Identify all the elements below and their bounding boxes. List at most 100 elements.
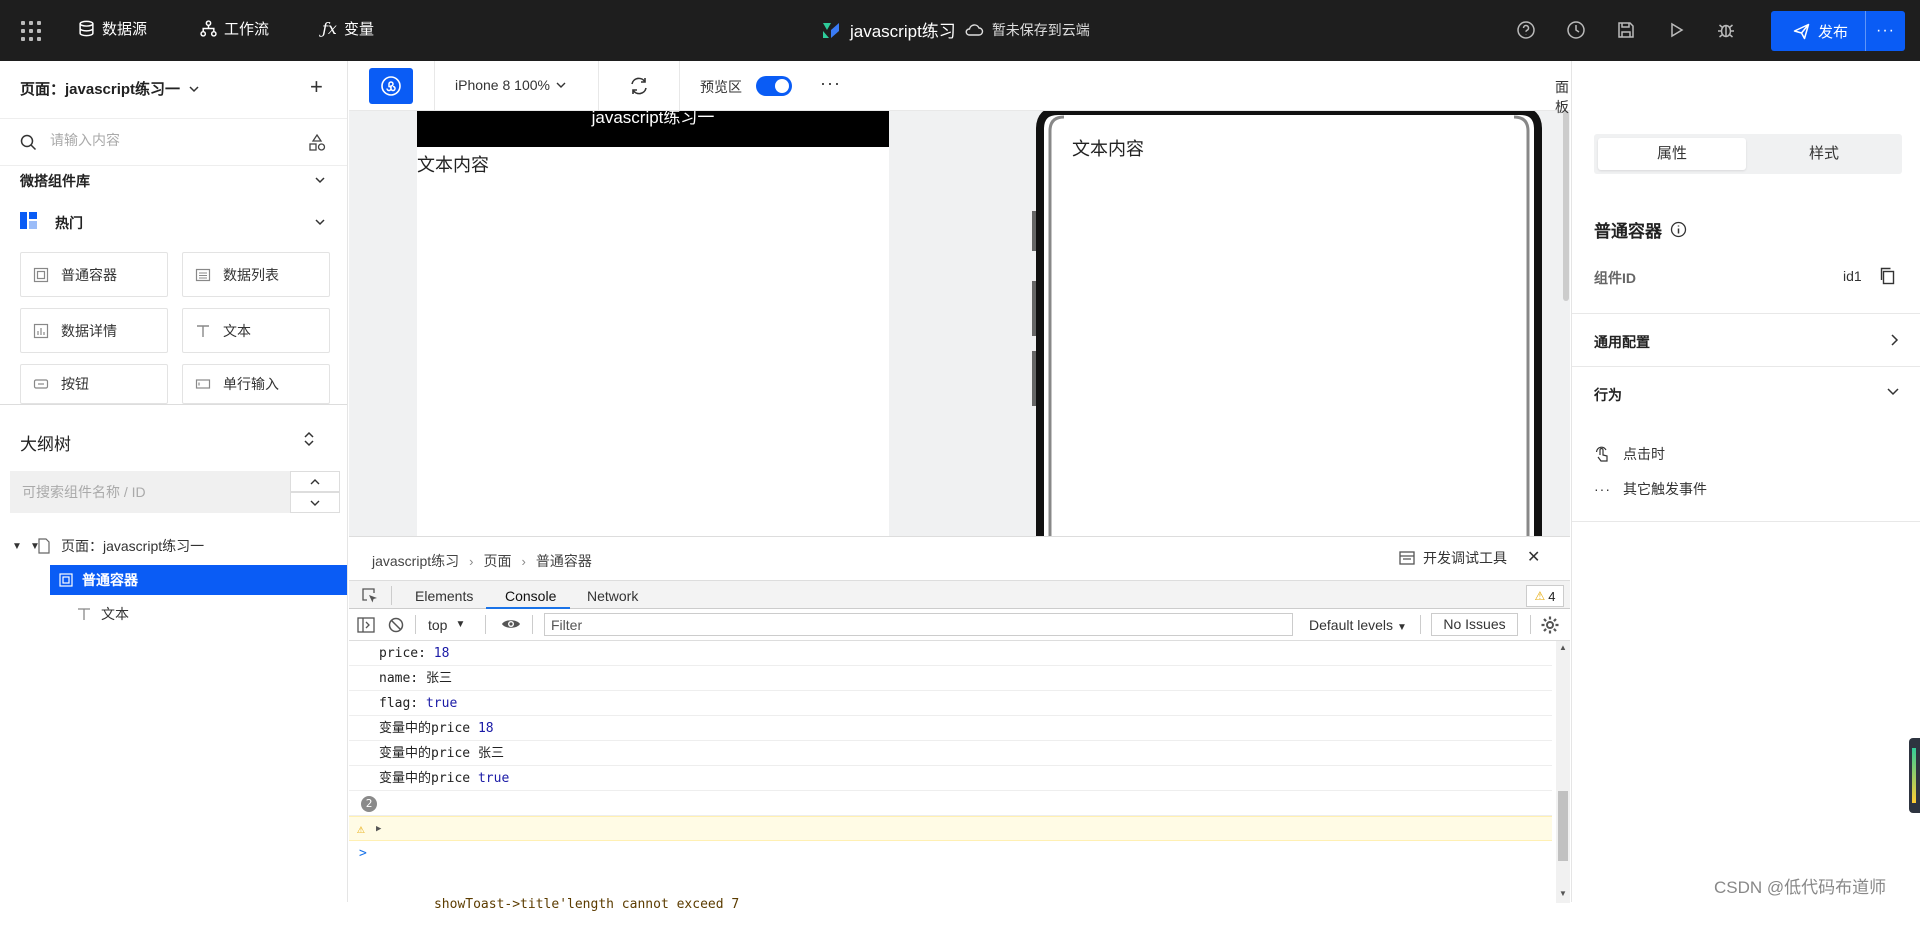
debug-icon[interactable]	[1716, 20, 1736, 40]
left-panel: 页面：javascript练习一 + 微搭组件库 热门 普通容器 数据列表 数据…	[0, 61, 348, 902]
device-label: iPhone 8 100%	[455, 77, 550, 93]
console-message[interactable]: 变量中的price 张三	[349, 741, 1552, 766]
text-component-preview: 文本内容	[1072, 139, 1144, 159]
console-scrollbar[interactable]: ▲ ▼	[1556, 641, 1570, 903]
preview-toggle[interactable]	[756, 76, 792, 96]
panel-toggle[interactable]: 面板	[1555, 77, 1570, 117]
console-message[interactable]: 2total: 0	[349, 791, 1552, 836]
log-levels-dropdown[interactable]: Default levels ▼	[1309, 617, 1407, 633]
warning-icon: ⚠	[357, 822, 365, 837]
close-icon[interactable]: ✕	[1527, 547, 1540, 567]
console-message[interactable]: 变量中的price true	[349, 766, 1552, 791]
collapse-expand-icon[interactable]	[302, 430, 316, 448]
workflow-icon	[200, 20, 217, 37]
divider	[1420, 615, 1421, 634]
text-component[interactable]: 文本内容	[417, 151, 489, 177]
breadcrumb-item[interactable]: javascript练习	[372, 551, 459, 571]
component-container[interactable]: 普通容器	[20, 252, 168, 297]
save-icon[interactable]	[1616, 20, 1636, 40]
section-general-config[interactable]: 通用配置	[1572, 313, 1920, 366]
page-selector-label: 页面：javascript练习一	[20, 81, 181, 98]
issues-button[interactable]: No Issues	[1431, 613, 1518, 636]
expand-triangle-icon[interactable]: ▶	[376, 817, 381, 842]
sidebar-toggle-icon[interactable]	[357, 616, 375, 634]
console-message[interactable]: 变量中的price 18	[349, 716, 1552, 741]
more-button[interactable]: ···	[820, 73, 841, 94]
message-key: 变量中的price	[379, 771, 478, 786]
caret-down-icon[interactable]: ▼	[30, 541, 40, 552]
canvas-scrollbar[interactable]	[1563, 111, 1569, 301]
component-data-list[interactable]: 数据列表	[182, 252, 330, 297]
button-icon	[33, 379, 49, 389]
caret-down-icon[interactable]: ▼	[12, 541, 22, 552]
next-match-button[interactable]	[290, 492, 340, 513]
component-button[interactable]: 按钮	[20, 364, 168, 404]
help-icon[interactable]	[1516, 20, 1536, 40]
component-single-input[interactable]: 单行输入	[182, 364, 330, 404]
search-input[interactable]	[50, 132, 290, 148]
nav-label: 数据源	[102, 21, 148, 38]
scroll-down-icon[interactable]: ▼	[1559, 889, 1567, 898]
run-icon[interactable]	[1666, 20, 1686, 40]
divider	[598, 61, 599, 111]
nav-variables[interactable]: ƒx 变量	[322, 18, 374, 39]
warning-count-badge[interactable]: ⚠ 4	[1526, 585, 1564, 607]
tree-item-text[interactable]: 文本	[0, 599, 347, 629]
console-prompt[interactable]: >	[349, 841, 1552, 866]
copy-icon[interactable]	[1879, 267, 1896, 285]
phone-preview-editor[interactable]: javascript练习一 文本内容	[417, 109, 889, 536]
canvas-toolbar: iPhone 8 100% 预览区 ··· 面板	[349, 61, 1570, 115]
info-icon[interactable]	[1670, 221, 1687, 238]
gear-icon[interactable]	[1540, 615, 1560, 635]
history-icon[interactable]	[1566, 20, 1586, 40]
inspect-element-icon[interactable]	[361, 587, 379, 605]
mini-program-mode-button[interactable]	[369, 68, 413, 104]
devtools-toggle[interactable]: 开发调试工具	[1399, 548, 1507, 568]
add-page-button[interactable]: +	[310, 74, 323, 100]
chevron-right-icon	[1891, 334, 1899, 346]
breadcrumb-item[interactable]: 页面	[483, 551, 511, 571]
scroll-thumb[interactable]	[1558, 791, 1568, 861]
scroll-up-icon[interactable]: ▲	[1559, 643, 1567, 652]
chevron-down-icon	[556, 82, 566, 88]
caret-down-icon: ▼	[1396, 622, 1407, 633]
filter-input[interactable]	[544, 613, 1293, 636]
apps-grid-icon[interactable]	[21, 21, 41, 41]
context-selector[interactable]: top ▼	[428, 617, 465, 633]
chevron-down-icon[interactable]	[313, 215, 327, 229]
device-selector[interactable]: iPhone 8 100%	[455, 77, 566, 93]
refresh-icon[interactable]	[628, 75, 650, 97]
console-message[interactable]: flag: true	[349, 691, 1552, 716]
outline-search-input[interactable]	[10, 471, 290, 513]
chevron-down-icon[interactable]	[313, 173, 327, 187]
component-data-detail[interactable]: 数据详情	[20, 308, 168, 353]
clear-console-icon[interactable]	[387, 616, 405, 634]
tree-item-container[interactable]: 普通容器	[50, 565, 347, 595]
publish-more-button[interactable]: ···	[1866, 22, 1905, 40]
event-other[interactable]: ··· 其它触发事件	[1594, 479, 1707, 499]
tab-styles[interactable]: 样式	[1750, 138, 1898, 170]
chevron-down-icon[interactable]	[1886, 386, 1900, 398]
console-message[interactable]: name: 张三	[349, 666, 1552, 691]
event-on-click[interactable]: 点击时	[1594, 444, 1665, 464]
tab-elements[interactable]: Elements	[415, 588, 473, 604]
tree-item-page[interactable]: ▼ 页面：javascript练习一	[0, 531, 347, 561]
component-text[interactable]: 文本	[182, 308, 330, 353]
breadcrumb-item[interactable]: 普通容器	[536, 551, 592, 571]
component-shapes-icon[interactable]	[307, 133, 327, 153]
eye-icon[interactable]	[501, 617, 521, 631]
console-message[interactable]: price: 18	[349, 641, 1552, 666]
floating-widget[interactable]	[1909, 738, 1920, 813]
tab-network[interactable]: Network	[587, 588, 638, 604]
nav-workflow[interactable]: 工作流	[200, 18, 269, 39]
cloud-icon	[965, 23, 983, 36]
save-status: 暂未保存到云端	[991, 21, 1090, 38]
tab-properties[interactable]: 属性	[1598, 138, 1746, 170]
nav-datasource[interactable]: 数据源	[78, 18, 147, 39]
tab-console[interactable]: Console	[505, 588, 556, 604]
publish-button[interactable]: 发布 ···	[1771, 11, 1905, 51]
prev-match-button[interactable]	[290, 471, 340, 492]
outline-panel: 大纲树 ▼ 页面：javascript练习一 ▼ 普通容器 文本	[0, 404, 347, 902]
console-warning[interactable]: ⚠ ▶ showToast->title'length cannot excee…	[349, 816, 1552, 912]
page-selector[interactable]: 页面：javascript练习一	[20, 78, 200, 99]
